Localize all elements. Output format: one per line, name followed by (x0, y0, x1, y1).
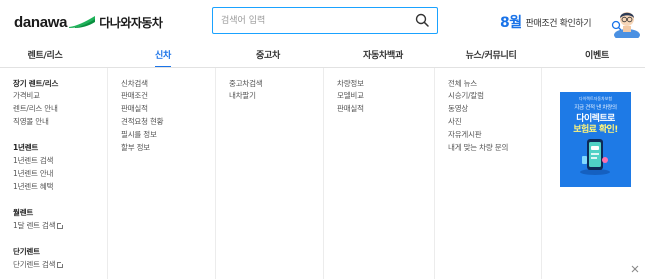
search-box (212, 7, 438, 34)
monthly-rent-heading[interactable]: 월렌트 (13, 207, 33, 218)
rent-lease-column: 장기 렌트/리스 가격비교 렌트/리스 안내 직영몰 안내 1년렌트 1년렌트 … (0, 68, 107, 279)
new-car-column: 신차검색 판매조건 판매실적 견적요청 현황 필시를 정보 할부 정보 (108, 68, 215, 279)
menu-link-one-year-benefit[interactable]: 1년렌트 혜택 (13, 181, 53, 192)
news-column: 전체 뉴스 시승기/칼럼 동영상 사진 자유게시판 내게 맞는 차량 문의 (435, 68, 541, 279)
sales-condition-promo[interactable]: 8월 판매조건 확인하기 (500, 6, 640, 38)
nav-news-community[interactable]: 뉴스/커뮤니티 (441, 48, 541, 68)
menu-link-sales-condition[interactable]: 판매조건 (121, 90, 148, 101)
close-icon[interactable] (630, 264, 640, 274)
menu-link-photo[interactable]: 사진 (448, 116, 462, 127)
external-link-icon (57, 221, 65, 229)
promo-month: 8월 (500, 15, 522, 31)
menu-link-new-car-search[interactable]: 신차검색 (121, 78, 148, 89)
menu-link-quote-status[interactable]: 견적요청 현황 (121, 116, 164, 127)
menu-link-monthly-search[interactable]: 1달 렌트 검색 (13, 220, 65, 231)
menu-link-monthly-search-label: 1달 렌트 검색 (13, 221, 56, 230)
menu-link-vehicle-info[interactable]: 차량정보 (337, 78, 364, 89)
menu-link-direct-mall[interactable]: 직영몰 안내 (13, 116, 49, 127)
logo-wordmark: danawa (14, 13, 68, 31)
search-input[interactable] (221, 12, 401, 29)
search-icon[interactable] (415, 13, 429, 27)
menu-link-price-compare[interactable]: 가격비교 (13, 90, 40, 101)
menu-link-short-term-search[interactable]: 단기렌트 검색 (13, 259, 65, 270)
banner-title-line2: 보험료 확인! (573, 125, 618, 135)
nav-rent-lease[interactable]: 렌트/리스 (0, 48, 90, 68)
nav-event[interactable]: 이벤트 (552, 48, 642, 68)
nav-new-car[interactable]: 신차 (118, 48, 208, 68)
menu-link-rent-guide[interactable]: 렌트/리스 안내 (13, 103, 58, 114)
column-divider (541, 68, 542, 279)
banner-brand: 다이렉트자동차보험 (578, 96, 613, 101)
menu-link-free-board[interactable]: 자유게시판 (448, 129, 482, 140)
menu-link-one-year-guide[interactable]: 1년렌트 안내 (13, 168, 53, 179)
banner-subtitle: 지금 견적 낸 차량의 (574, 105, 617, 111)
mega-menu: 장기 렌트/리스 가격비교 렌트/리스 안내 직영몰 안내 1년렌트 1년렌트 … (0, 68, 645, 279)
menu-link-short-term-search-label: 단기렌트 검색 (13, 260, 56, 269)
danawa-logo-icon (69, 16, 96, 28)
external-link-icon (57, 260, 65, 268)
consultant-figure-icon (611, 12, 640, 38)
menu-link-encyclopedia-sales[interactable]: 판매실적 (337, 103, 364, 114)
phone-illustration-icon (580, 139, 610, 175)
used-car-column: 중고차검색 내차팔기 (216, 68, 323, 279)
insurance-banner[interactable]: 다이렉트자동차보험 지금 견적 낸 차량의 다이렉트로 보험료 확인! (560, 92, 631, 187)
menu-link-used-car-search[interactable]: 중고차검색 (229, 78, 263, 89)
one-year-rent-heading[interactable]: 1년렌트 (13, 142, 38, 153)
menu-link-one-year-search[interactable]: 1년렌트 검색 (13, 155, 53, 166)
menu-link-car-inquiry[interactable]: 내게 맞는 차량 문의 (448, 142, 508, 153)
menu-link-info[interactable]: 필시를 정보 (121, 129, 157, 140)
header: danawa 다나와자동차 8월 판매조건 확인하기 (0, 0, 645, 44)
long-term-rent-heading[interactable]: 장기 렌트/리스 (13, 78, 58, 89)
menu-link-model-compare[interactable]: 모델비교 (337, 90, 364, 101)
danawa-logo[interactable]: danawa 다나와자동차 (14, 12, 163, 32)
encyclopedia-column: 차량정보 모델비교 판매실적 (324, 68, 434, 279)
menu-link-video[interactable]: 동영상 (448, 103, 468, 114)
nav-used-car[interactable]: 중고차 (223, 48, 313, 68)
promo-text: 판매조건 확인하기 (525, 18, 592, 29)
menu-link-sales-record[interactable]: 판매실적 (121, 103, 148, 114)
logo-service-name: 다나와자동차 (99, 15, 163, 30)
menu-link-installment[interactable]: 할부 정보 (121, 142, 150, 153)
menu-link-sell-my-car[interactable]: 내차팔기 (229, 90, 256, 101)
menu-link-test-drive[interactable]: 시승기/칼럼 (448, 90, 484, 101)
short-term-rent-heading[interactable]: 단기렌트 (13, 246, 40, 257)
main-nav: 렌트/리스 신차 중고차 자동차백과 뉴스/커뮤니티 이벤트 (0, 48, 645, 68)
nav-encyclopedia[interactable]: 자동차백과 (333, 48, 433, 68)
menu-link-all-news[interactable]: 전체 뉴스 (448, 78, 477, 89)
